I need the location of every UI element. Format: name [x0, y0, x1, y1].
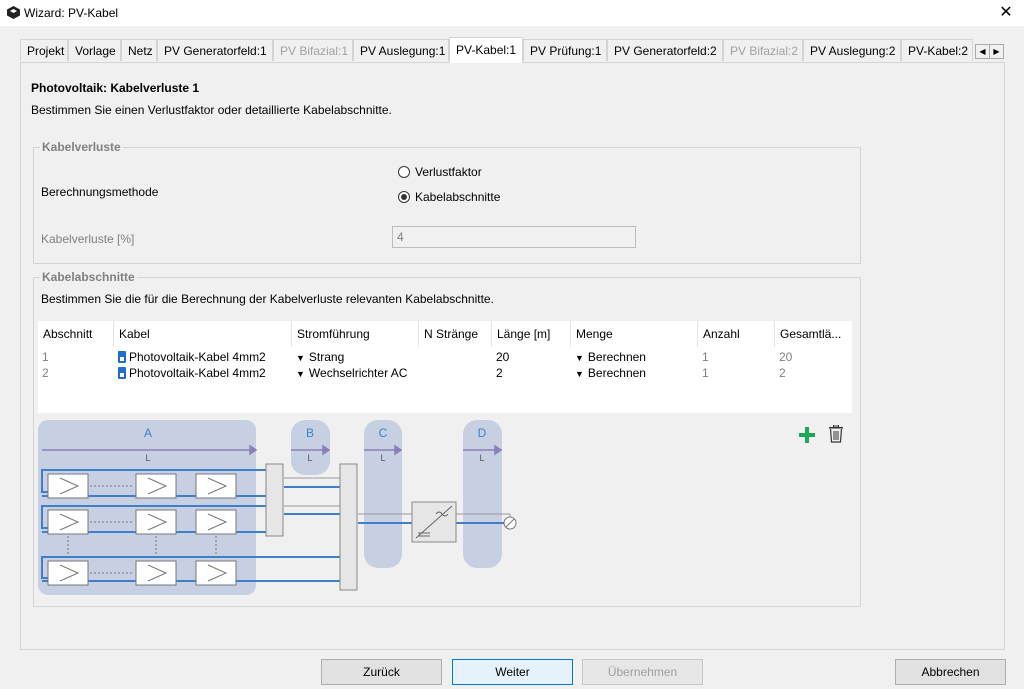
tab-scroll-left-button[interactable]: ◀ — [975, 44, 990, 59]
title-bar: Wizard: PV-Kabel ✕ — [0, 0, 1024, 26]
cell-stromfuehrung-text: Strang — [308, 350, 345, 364]
kabelverluste-percent-label: Kabelverluste [%] — [41, 232, 135, 246]
cable-icon — [118, 367, 126, 379]
cell-kabel-text: Photovoltaik-Kabel 4mm2 — [129, 366, 266, 380]
cell-gesamtlaenge: 2 — [779, 366, 786, 380]
length-label-d: L — [479, 453, 484, 463]
radio-kabelabschnitte[interactable]: Kabelabschnitte — [398, 190, 500, 204]
add-section-icon[interactable] — [798, 426, 816, 444]
cell-menge[interactable]: ▼ Berechnen — [571, 365, 646, 382]
cable-icon — [118, 351, 126, 363]
radio-verlustfaktor-label: Verlustfaktor — [415, 165, 482, 179]
zone-d — [463, 420, 502, 568]
radio-kabelabschnitte-circle[interactable] — [398, 191, 410, 203]
radio-verlustfaktor-circle[interactable] — [398, 166, 410, 178]
column-header-laenge[interactable]: Länge [m] — [492, 321, 571, 347]
tab-pv-kabel-1[interactable]: PV-Kabel:1 — [449, 37, 523, 63]
column-header-menge[interactable]: Menge — [571, 321, 698, 347]
length-label-a: L — [145, 453, 150, 463]
cell-laenge[interactable]: 2 — [492, 365, 503, 381]
cell-kabel-text: Photovoltaik-Kabel 4mm2 — [129, 350, 266, 364]
tab-pv-kabel-2[interactable]: PV-Kabel:2 — [901, 39, 973, 61]
tab-pv-generatorfeld-2[interactable]: PV Generatorfeld:2 — [607, 39, 723, 61]
kabelabschnitte-table: Abschnitt Kabel Stromführung N Stränge L… — [38, 321, 852, 413]
kabelabschnitte-group: Kabelabschnitte Bestimmen Sie die für di… — [33, 270, 861, 607]
cell-laenge[interactable]: 20 — [492, 349, 509, 365]
cell-anzahl: 1 — [702, 350, 709, 364]
column-header-kabel[interactable]: Kabel — [114, 321, 292, 347]
cancel-button[interactable]: Abbrechen — [895, 659, 1006, 685]
cell-gesamtlaenge: 20 — [779, 350, 793, 364]
wizard-page: Photovoltaik: Kabelverluste 1 Bestimmen … — [21, 63, 1004, 649]
trash-icon[interactable] — [828, 425, 844, 443]
cell-kabel[interactable]: Photovoltaik-Kabel 4mm2 — [114, 349, 266, 365]
column-header-stromfuehrung[interactable]: Stromführung — [292, 321, 419, 347]
tab-pv-bifazial-1: PV Bifazial:1 — [273, 39, 353, 61]
tab-vorlage[interactable]: Vorlage — [68, 39, 121, 61]
cell-menge-text: Berechnen — [587, 350, 646, 364]
kabelverluste-percent-field: 4 — [392, 226, 636, 248]
page-description: Bestimmen Sie einen Verlustfaktor oder d… — [31, 103, 392, 117]
cell-stromfuehrung[interactable]: ▼ Strang — [292, 349, 344, 366]
dropdown-arrow-icon: ▼ — [575, 353, 584, 363]
wizard-page-panel: Photovoltaik: Kabelverluste 1 Bestimmen … — [20, 62, 1005, 650]
tab-pv-auslegung-1[interactable]: PV Auslegung:1 — [353, 39, 449, 61]
tab-pv-auslegung-2[interactable]: PV Auslegung:2 — [803, 39, 901, 61]
close-button[interactable]: ✕ — [988, 0, 1024, 26]
dropdown-arrow-icon: ▼ — [575, 369, 584, 379]
kabelverluste-group-title: Kabelverluste — [40, 140, 123, 154]
kabelabschnitte-description: Bestimmen Sie die für die Berechnung der… — [41, 292, 494, 306]
close-icon: ✕ — [999, 4, 1013, 21]
tab-pv-generatorfeld-1[interactable]: PV Generatorfeld:1 — [157, 39, 273, 61]
length-label-b: L — [307, 453, 312, 463]
kabelverluste-group: Kabelverluste Berechnungsmethode Verlust… — [33, 140, 861, 264]
cell-kabel[interactable]: Photovoltaik-Kabel 4mm2 — [114, 365, 266, 381]
tab-pv-bifazial-2: PV Bifazial:2 — [723, 39, 803, 61]
dropdown-arrow-icon: ▼ — [296, 369, 305, 379]
radio-kabelabschnitte-label: Kabelabschnitte — [415, 190, 501, 204]
kabelabschnitte-group-title: Kabelabschnitte — [40, 270, 137, 284]
column-header-anzahl[interactable]: Anzahl — [698, 321, 775, 347]
next-button[interactable]: Weiter — [452, 659, 573, 685]
cell-menge-text: Berechnen — [587, 366, 646, 380]
wizard-tab-bar: Projekt Vorlage Netz PV Generatorfeld:1 … — [20, 37, 1005, 63]
column-header-gesamtlaenge[interactable]: Gesamtlä... — [775, 321, 852, 347]
zone-label-b: B — [306, 426, 314, 440]
chevron-left-icon: ◀ — [979, 47, 986, 56]
tab-projekt[interactable]: Projekt — [20, 39, 68, 61]
app-logo-icon — [7, 6, 20, 19]
cell-abschnitt: 1 — [42, 350, 49, 364]
tab-scroll-right-button[interactable]: ▶ — [989, 44, 1004, 59]
back-button[interactable]: Zurück — [321, 659, 442, 685]
tab-pv-pruefung-1[interactable]: PV Prüfung:1 — [523, 39, 607, 61]
berechnungsmethode-label: Berechnungsmethode — [41, 185, 159, 199]
cell-stromfuehrung-text: Wechselrichter AC — [308, 366, 408, 380]
cell-stromfuehrung[interactable]: ▼ Wechselrichter AC — [292, 365, 407, 382]
radio-verlustfaktor[interactable]: Verlustfaktor — [398, 165, 482, 179]
cell-menge[interactable]: ▼ Berechnen — [571, 349, 646, 366]
chevron-right-icon: ▶ — [993, 47, 1000, 56]
zone-label-d: D — [478, 426, 487, 440]
tab-netz[interactable]: Netz — [121, 39, 157, 61]
page-title: Photovoltaik: Kabelverluste 1 — [31, 81, 200, 95]
column-header-abschnitt[interactable]: Abschnitt — [38, 321, 114, 347]
zone-c — [364, 420, 402, 568]
table-row[interactable]: 1 Photovoltaik-Kabel 4mm2 ▼ Strang 20 ▼ Be… — [38, 349, 851, 365]
column-header-n-straenge[interactable]: N Stränge — [419, 321, 492, 347]
length-label-c: L — [380, 453, 385, 463]
table-row[interactable]: 2 Photovoltaik-Kabel 4mm2 ▼ Wechselrichte… — [38, 365, 851, 381]
cell-anzahl: 1 — [702, 366, 709, 380]
dropdown-arrow-icon: ▼ — [296, 353, 305, 363]
zone-label-c: C — [379, 426, 388, 440]
apply-button: Übernehmen — [582, 659, 703, 685]
window-title: Wizard: PV-Kabel — [24, 6, 119, 20]
cable-sections-diagram: A B C D L L L L — [38, 420, 517, 595]
zone-label-a: A — [144, 426, 152, 440]
cell-abschnitt: 2 — [42, 366, 49, 380]
